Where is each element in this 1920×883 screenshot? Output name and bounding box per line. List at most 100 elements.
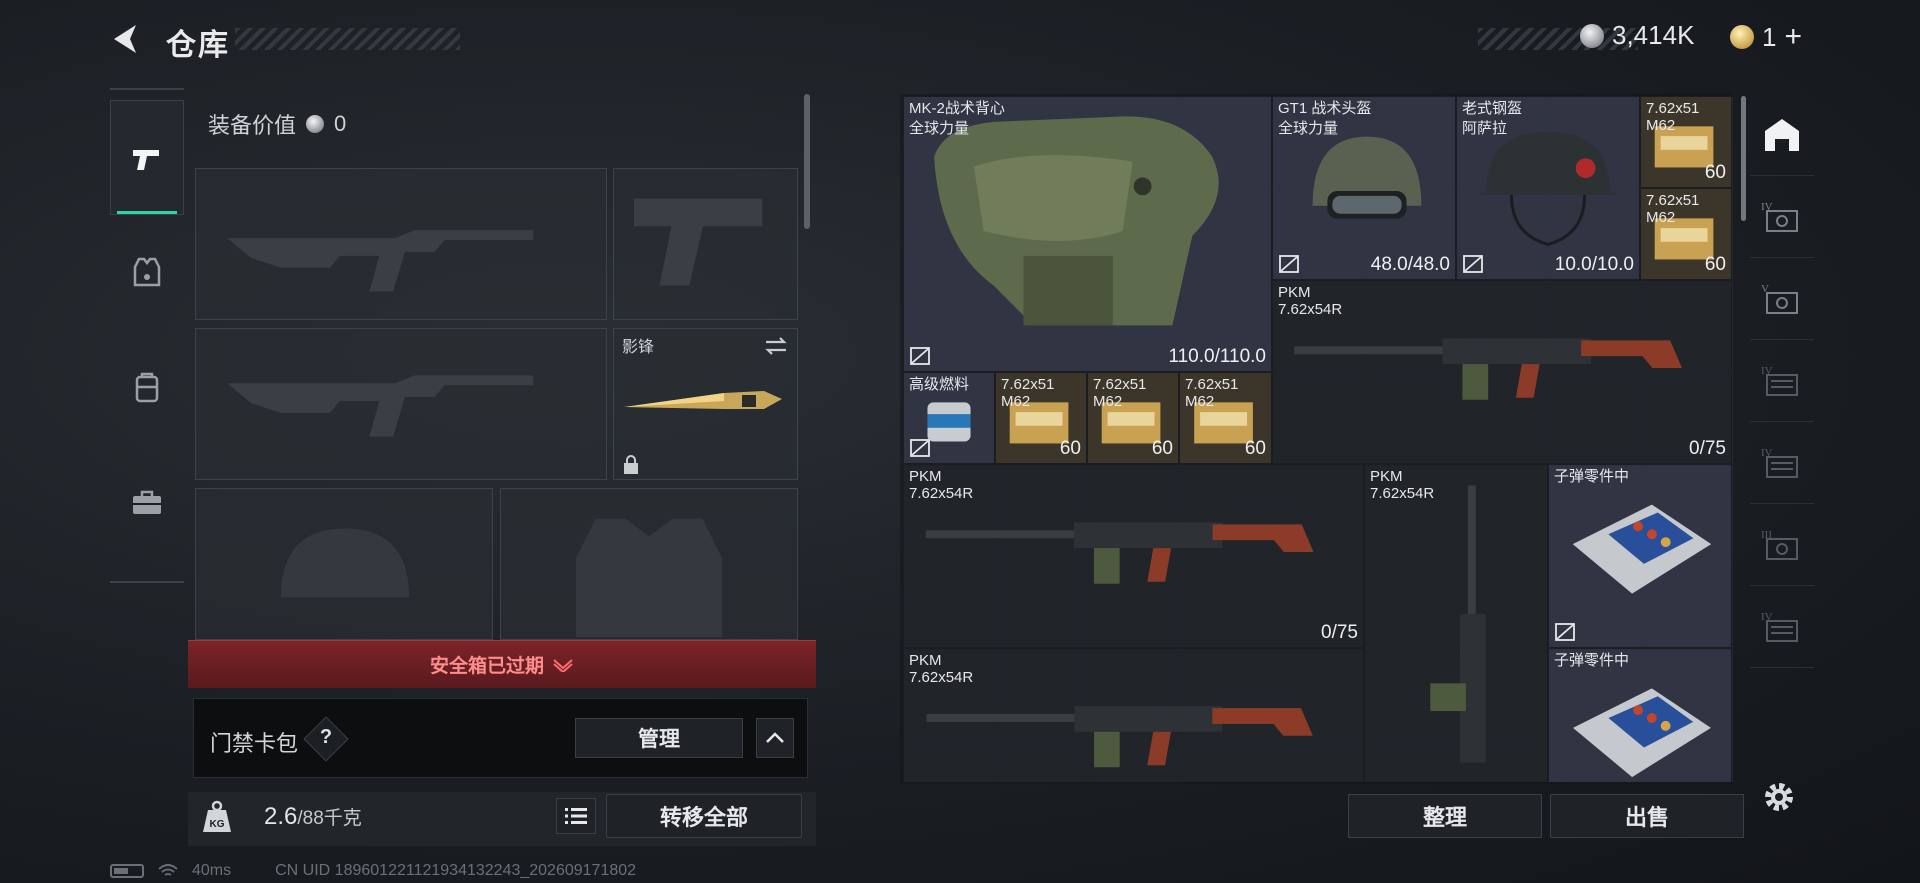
equip-value-label: 装备价值	[208, 113, 297, 138]
item-ammo-count: 0/75	[1321, 622, 1358, 643]
currency-amount: 3,414K	[1612, 20, 1695, 50]
storage-item-vest[interactable]: MK-2战术背心 全球力量 110.0/110.0	[903, 96, 1272, 372]
backpack-icon	[135, 372, 159, 402]
list-view-button[interactable]	[556, 798, 596, 834]
tab-container-5[interactable]: III	[1750, 504, 1814, 586]
item-subtitle: M62	[1001, 393, 1031, 410]
storage-item-fuel[interactable]: 高级燃料	[903, 372, 995, 464]
collapse-button[interactable]	[756, 718, 794, 758]
item-durability: 10.0/10.0	[1554, 254, 1634, 275]
battery-icon	[110, 864, 144, 878]
sell-button[interactable]: 出售	[1550, 794, 1744, 838]
status-bar: 40ms CN UID 1896012211219341322​43_20260…	[110, 862, 636, 880]
tab-container-2[interactable]: V	[1750, 258, 1814, 340]
tier-iv-box-icon: IV	[1761, 611, 1798, 642]
item-name: MK-2战术背心	[909, 100, 1005, 117]
item-subtitle: M62	[1093, 393, 1123, 410]
storage-item-pkm[interactable]: PKM 7.62x54R	[1364, 464, 1548, 782]
item-name: PKM	[909, 468, 942, 485]
sort-button[interactable]: 整理	[1348, 794, 1542, 838]
item-subtitle: 阿萨拉	[1462, 120, 1508, 137]
tab-container-6[interactable]: IV	[1750, 586, 1814, 668]
settings-gear-icon[interactable]	[1760, 778, 1798, 816]
helmet-slot[interactable]	[195, 488, 493, 640]
tab-toolbox[interactable]	[110, 445, 184, 560]
tab-weapons[interactable]	[110, 100, 184, 215]
equip-value-amount: 0	[334, 111, 347, 136]
item-name: PKM	[1370, 468, 1403, 485]
storage-item-pkm[interactable]: PKM 7.62x54R	[903, 648, 1364, 782]
premium-currency-display[interactable]: 1 +	[1730, 20, 1802, 54]
storage-item-bullet-parts[interactable]: 子弹零件中	[1548, 648, 1732, 782]
rifle-silhouette-icon	[227, 375, 534, 437]
tab-storage-home[interactable]	[1750, 94, 1814, 176]
tab-container-1[interactable]: IV	[1750, 176, 1814, 258]
armor-slot[interactable]	[500, 488, 798, 640]
safebox-expired-banner[interactable]: 安全箱已过期	[188, 640, 816, 688]
equipment-value: 装备价值 0	[208, 108, 346, 140]
category-tabs	[110, 88, 184, 583]
item-subtitle: M62	[1185, 393, 1215, 410]
storage-item-ammo[interactable]: 7.62x51 M62 60	[995, 372, 1087, 464]
add-currency-button[interactable]: +	[1784, 20, 1802, 54]
helmet-silhouette-icon	[280, 528, 410, 598]
storage-scrollbar[interactable]	[1741, 96, 1746, 221]
manage-button[interactable]: 管理	[575, 718, 743, 758]
tab-backpack[interactable]	[110, 330, 184, 445]
storage-home-icon	[1765, 118, 1799, 151]
no-sell-icon	[910, 439, 930, 457]
storage-item-ammo[interactable]: 7.62x51 M62 60	[1179, 372, 1272, 464]
storage-item-pkm[interactable]: PKM 7.62x54R 0/75	[1272, 280, 1732, 464]
chevron-down-icon	[553, 658, 573, 672]
svg-text:KG: KG	[210, 819, 225, 830]
machine-gun-vertical-image	[1430, 485, 1486, 763]
item-name: 子弹零件中	[1554, 468, 1630, 485]
bullet-parts-tray-image	[1572, 504, 1712, 594]
storage-item-helmet-gt1[interactable]: GT1 战术头盔 全球力量 48.0/48.0	[1272, 96, 1456, 280]
item-count: 60	[1704, 254, 1726, 275]
wifi-icon	[158, 864, 178, 876]
item-durability: 48.0/48.0	[1370, 254, 1450, 275]
item-count: 60	[1151, 438, 1173, 459]
no-sell-icon	[1555, 623, 1575, 641]
storage-item-pkm[interactable]: PKM 7.62x54R 0/75	[903, 464, 1364, 648]
vest-icon	[133, 257, 161, 286]
storage-item-ammo[interactable]: 7.62x51 M62 60	[1640, 96, 1732, 188]
item-name: PKM	[1278, 284, 1311, 301]
weight-current: 2.6	[264, 803, 298, 830]
item-name: PKM	[909, 652, 942, 669]
melee-slot[interactable]: 影锋	[613, 328, 798, 480]
tab-container-3[interactable]: IV	[1750, 340, 1814, 422]
primary-weapon-slot[interactable]	[195, 168, 607, 320]
gold-coin-icon	[1730, 25, 1754, 49]
tab-container-4[interactable]: IV	[1750, 422, 1814, 504]
loadout-scrollbar[interactable]	[804, 94, 810, 229]
storage-item-bullet-parts[interactable]: 子弹零件中	[1548, 464, 1732, 648]
lock-icon	[624, 455, 638, 474]
pistol-icon	[133, 149, 159, 170]
rifle-silhouette-icon	[227, 230, 534, 292]
item-name: 7.62x51	[1646, 100, 1700, 117]
item-subtitle: M62	[1646, 117, 1676, 134]
premium-amount: 1	[1762, 21, 1777, 52]
knife-icon	[624, 391, 782, 409]
item-name: 7.62x51	[1646, 192, 1700, 209]
help-icon[interactable]: ?	[318, 726, 334, 749]
back-arrow-icon[interactable]	[108, 22, 142, 56]
item-name: 高级燃料	[909, 376, 970, 393]
item-name: 老式钢盔	[1462, 100, 1523, 117]
tactical-vest-image	[934, 116, 1219, 326]
storage-item-ammo[interactable]: 7.62x51 M62 60	[1087, 372, 1179, 464]
container-tabs: IV V IV IV III IV	[1750, 94, 1814, 784]
storage-item-helmet-steel[interactable]: 老式钢盔 阿萨拉 10.0/10.0	[1456, 96, 1640, 280]
weight-capacity: /88千克	[297, 808, 362, 829]
pistol-slot[interactable]	[613, 168, 798, 320]
item-count: 60	[1244, 438, 1266, 459]
storage-item-ammo[interactable]: 7.62x51 M62 60	[1640, 188, 1732, 280]
tab-armor[interactable]	[110, 215, 184, 330]
secondary-weapon-slot[interactable]	[195, 328, 607, 480]
title-decoration	[235, 28, 460, 50]
tier-iv-case-icon: IV	[1761, 201, 1798, 232]
transfer-all-button[interactable]: 转移全部	[606, 794, 802, 838]
item-subtitle: 全球力量	[1278, 120, 1339, 137]
